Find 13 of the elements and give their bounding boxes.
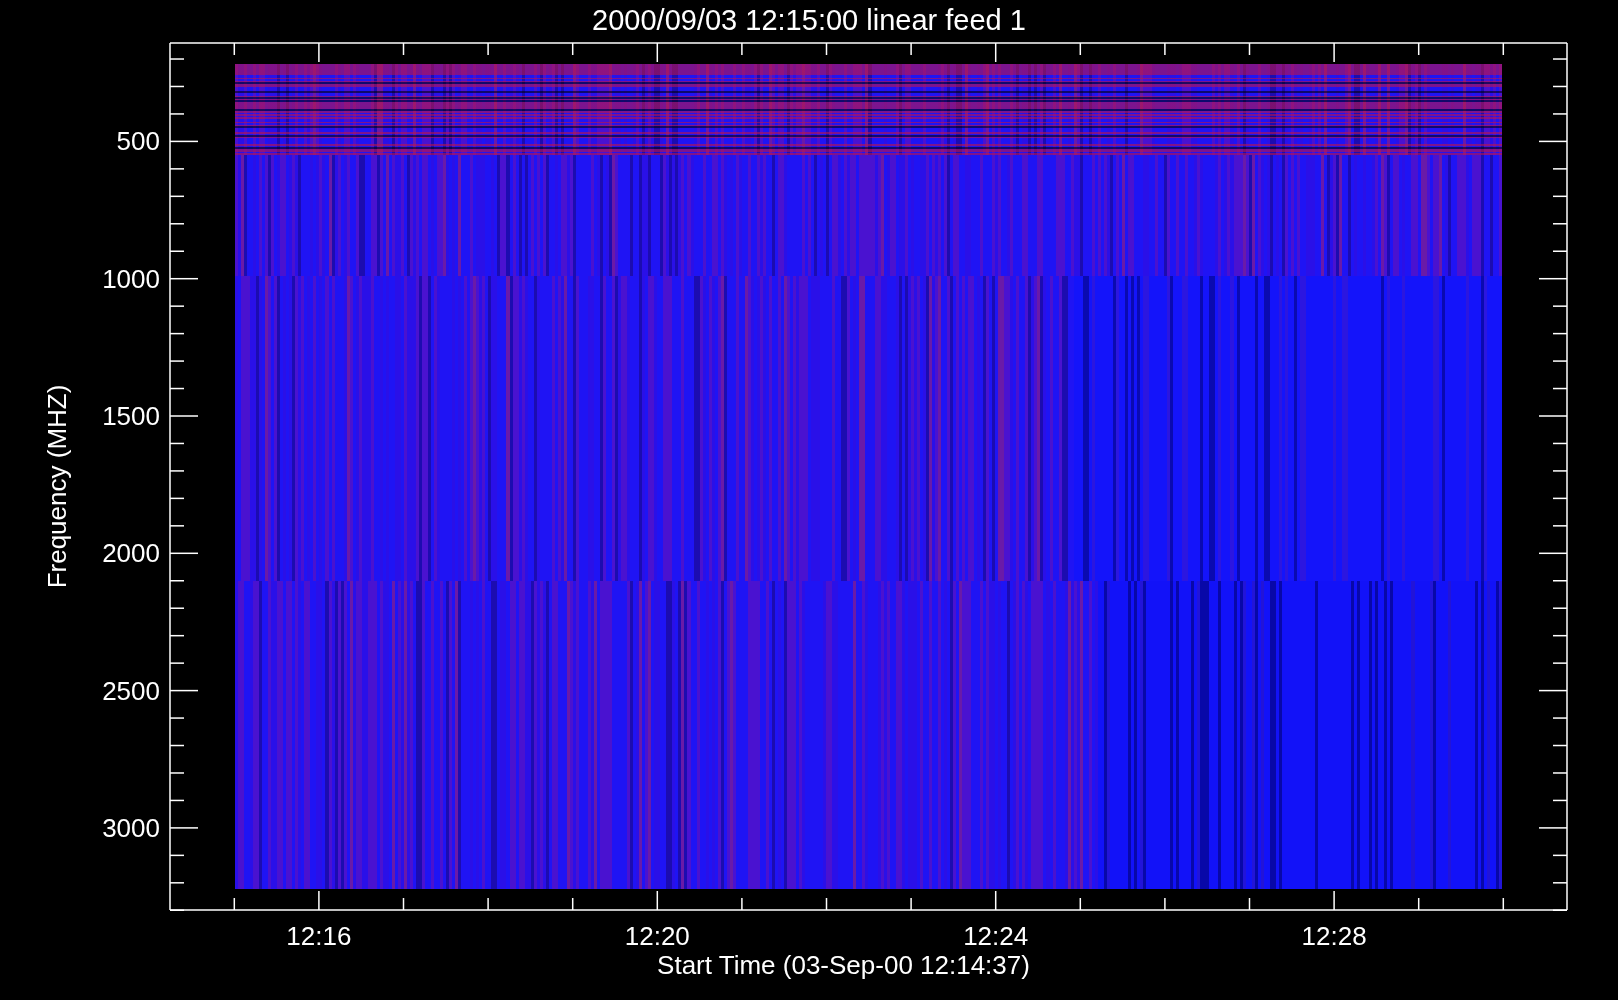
x-tick-label: 12:24 [963,921,1029,951]
x-tick-label: 12:28 [1301,921,1367,951]
y-tick-label: 500 [116,126,160,157]
x-tick-label: 12:16 [286,921,352,951]
y-tick-label: 3000 [102,812,160,843]
y-tick-label: 1000 [102,263,160,294]
y-tick-label: 2500 [102,675,160,706]
x-tick-label: 12:20 [624,921,690,951]
y-tick-label: 1500 [102,401,160,431]
y-tick-label: 2000 [102,538,160,569]
x-axis-label: Start Time (03-Sep-00 12:14:37) [657,950,1030,980]
y-axis-label: Frequency (MHZ) [42,384,72,589]
plot-title: 2000/09/03 12:15:00 linear feed 1 [592,4,1026,36]
